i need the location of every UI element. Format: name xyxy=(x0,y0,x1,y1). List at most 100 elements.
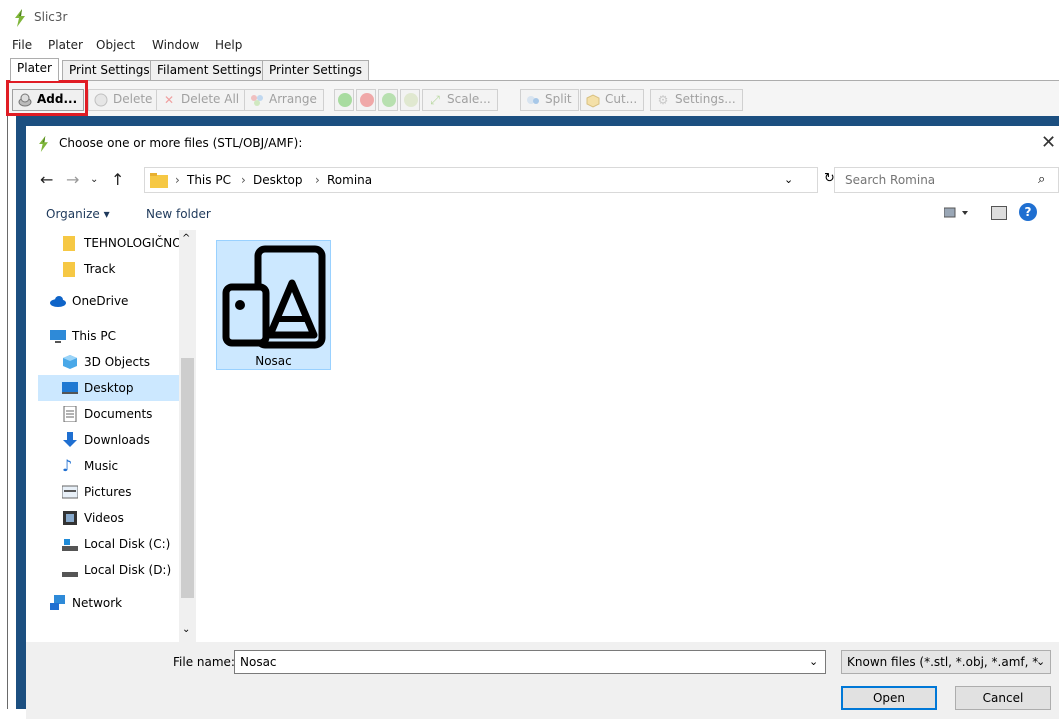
nav-item-label: Network xyxy=(72,596,123,610)
decrease-instances-button[interactable] xyxy=(356,89,376,111)
delete-object-icon xyxy=(94,93,108,107)
nav-pane-scrollbar[interactable]: ^ ⌄ xyxy=(179,230,196,642)
help-icon[interactable]: ? xyxy=(1019,203,1037,221)
app-title: Slic3r xyxy=(34,10,68,24)
menu-file[interactable]: File xyxy=(12,38,32,52)
nav-item-label: Desktop xyxy=(84,381,134,395)
view-options-icon xyxy=(943,207,968,218)
scale-button[interactable]: ⤢ Scale... xyxy=(422,89,498,111)
plater-toolbar: Add... Delete ✕ Delete All Arrange ⤢ Sca… xyxy=(8,80,1059,116)
slic3r-logo-icon xyxy=(15,9,25,27)
nav-item-label: Local Disk (D:) xyxy=(84,563,172,577)
open-file-dialog: Choose one or more files (STL/OBJ/AMF): … xyxy=(16,116,1059,719)
file-item-nosac[interactable]: Nosac xyxy=(216,240,331,370)
search-field[interactable]: ⌕ xyxy=(834,167,1059,193)
folder-icon xyxy=(63,236,75,251)
address-bar[interactable]: › This PC › Desktop › Romina ⌄ xyxy=(144,167,818,193)
arrange-icon xyxy=(251,95,263,106)
cube-icon xyxy=(63,355,77,369)
rotate-right-button[interactable] xyxy=(400,89,420,111)
nav-item-videos[interactable]: Videos xyxy=(38,505,188,531)
menu-bar: File Plater Object Window Help xyxy=(0,36,1059,56)
tab-print-settings[interactable]: Print Settings xyxy=(62,60,157,80)
menu-plater[interactable]: Plater xyxy=(48,38,83,52)
nav-item-tehnologicno[interactable]: TEHNOLOGIČNO xyxy=(38,230,188,256)
filename-input[interactable] xyxy=(235,651,805,673)
delete-button[interactable]: Delete xyxy=(88,89,160,111)
rotate-left-icon xyxy=(382,93,396,107)
search-input[interactable] xyxy=(835,168,1025,192)
scroll-down-icon[interactable]: ⌄ xyxy=(182,624,190,635)
nav-item-documents[interactable]: Documents xyxy=(38,401,188,427)
nav-item-label: Downloads xyxy=(84,433,150,447)
recent-locations-icon[interactable]: ⌄ xyxy=(90,174,98,185)
delete-all-icon: ✕ xyxy=(163,93,175,107)
breadcrumb-desktop[interactable]: Desktop xyxy=(253,173,303,187)
dialog-title-bar: Choose one or more files (STL/OBJ/AMF): … xyxy=(26,126,1059,161)
nav-item-onedrive[interactable]: OneDrive xyxy=(38,288,188,314)
nav-item-label: Pictures xyxy=(84,485,132,499)
download-icon xyxy=(63,432,77,447)
organize-menu[interactable]: Organize ▾ xyxy=(46,207,110,221)
nav-item-downloads[interactable]: Downloads xyxy=(38,427,188,453)
split-button[interactable]: Split xyxy=(520,89,579,111)
filename-label: File name: xyxy=(173,655,235,669)
nav-item-this-pc[interactable]: This PC xyxy=(38,323,188,349)
filetype-select[interactable]: Known files (*.stl, *.obj, *.amf, * ⌄ xyxy=(841,650,1051,674)
nav-item-label: TEHNOLOGIČNO xyxy=(84,236,182,250)
nav-item-local-disk-c[interactable]: Local Disk (C:) xyxy=(38,531,188,557)
breadcrumb-separator: › xyxy=(315,173,320,187)
minus-icon xyxy=(360,93,374,107)
rotate-left-button[interactable] xyxy=(378,89,398,111)
main-window-edge xyxy=(0,116,8,709)
file-list-pane: Nosac xyxy=(204,230,1059,642)
desktop-icon xyxy=(62,382,78,394)
nav-item-label: Local Disk (C:) xyxy=(84,537,171,551)
breadcrumb-romina[interactable]: Romina xyxy=(327,173,372,187)
change-view-button[interactable] xyxy=(943,205,970,221)
nav-item-music[interactable]: ♪ Music xyxy=(38,453,188,479)
file-item-label: Nosac xyxy=(255,354,292,368)
add-button-label: Add... xyxy=(37,92,78,106)
open-button[interactable]: Open xyxy=(841,686,937,710)
nav-item-local-disk-d[interactable]: Local Disk (D:) xyxy=(38,557,188,583)
chevron-down-icon[interactable]: ⌄ xyxy=(809,655,818,668)
nav-item-network[interactable]: Network xyxy=(38,590,188,616)
back-arrow-icon[interactable]: ← xyxy=(40,170,53,189)
nav-item-label: Track xyxy=(84,262,116,276)
music-icon: ♪ xyxy=(62,456,73,475)
preview-pane-button[interactable] xyxy=(991,206,1007,220)
nav-item-pictures[interactable]: Pictures xyxy=(38,479,188,505)
search-icon[interactable]: ⌕ xyxy=(1038,172,1045,187)
menu-window[interactable]: Window xyxy=(152,38,199,52)
arrange-button[interactable]: Arrange xyxy=(244,89,324,111)
tab-plater[interactable]: Plater xyxy=(10,58,59,81)
breadcrumb-this-pc[interactable]: This PC xyxy=(187,173,231,187)
add-button[interactable]: Add... xyxy=(12,89,85,111)
up-arrow-icon[interactable]: ↑ xyxy=(111,170,124,189)
menu-object[interactable]: Object xyxy=(96,38,135,52)
scroll-up-icon[interactable]: ^ xyxy=(182,233,190,244)
slic3r-logo-icon xyxy=(39,136,48,152)
nav-item-desktop[interactable]: Desktop xyxy=(38,375,188,401)
tab-filament-settings[interactable]: Filament Settings xyxy=(150,60,269,80)
scrollbar-thumb[interactable] xyxy=(181,358,194,598)
new-folder-button[interactable]: New folder xyxy=(146,207,211,221)
nav-item-track[interactable]: Track xyxy=(38,256,188,282)
close-icon[interactable]: ✕ xyxy=(1041,132,1056,153)
menu-help[interactable]: Help xyxy=(215,38,242,52)
cut-button[interactable]: Cut... xyxy=(580,89,645,111)
delete-button-label: Delete xyxy=(113,92,153,106)
nav-item-3d-objects[interactable]: 3D Objects xyxy=(38,349,188,375)
nav-item-label: 3D Objects xyxy=(84,355,151,369)
dialog-nav-bar: ← → ⌄ ↑ › This PC › Desktop › Romina ⌄ ↻… xyxy=(26,161,1059,197)
filename-combo[interactable]: ⌄ xyxy=(234,650,826,674)
increase-instances-button[interactable] xyxy=(334,89,354,111)
delete-all-button[interactable]: ✕ Delete All xyxy=(156,89,247,111)
forward-arrow-icon[interactable]: → xyxy=(66,170,79,189)
cancel-button[interactable]: Cancel xyxy=(955,686,1051,710)
dialog-title: Choose one or more files (STL/OBJ/AMF): xyxy=(59,136,303,150)
settings-button[interactable]: ⚙ Settings... xyxy=(650,89,743,111)
chevron-down-icon[interactable]: ⌄ xyxy=(784,173,793,186)
tab-printer-settings[interactable]: Printer Settings xyxy=(262,60,369,80)
